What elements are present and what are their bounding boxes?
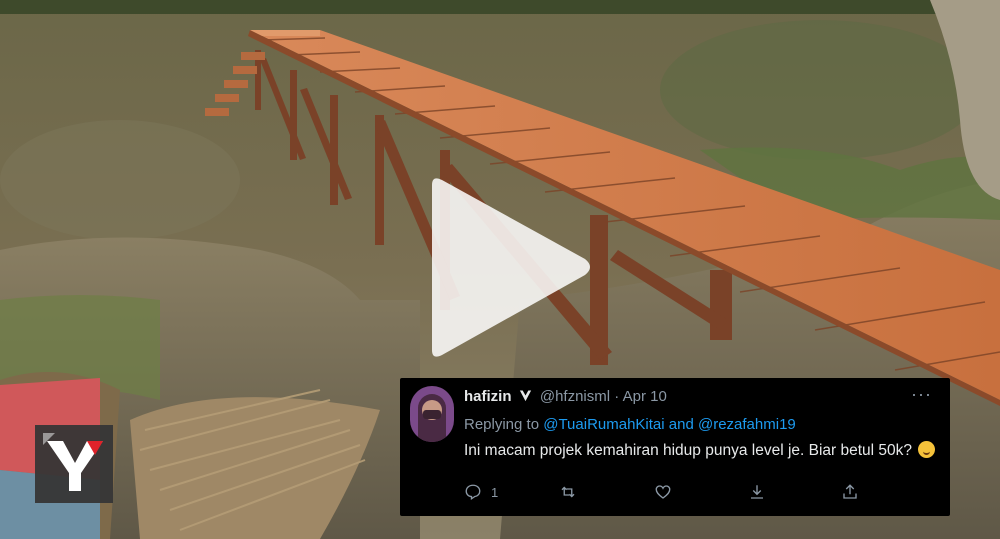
- avatar[interactable]: [410, 386, 454, 442]
- like-icon: [655, 485, 671, 499]
- emoji-icon: [918, 441, 936, 458]
- reply-count: 1: [491, 484, 499, 500]
- display-name[interactable]: hafizin: [464, 388, 512, 405]
- play-icon[interactable]: [420, 175, 595, 360]
- share-down-icon: [751, 485, 763, 499]
- tweet-actions: 1: [464, 482, 904, 502]
- share-up-icon: [843, 484, 857, 499]
- download-button[interactable]: [748, 482, 766, 502]
- replying-to-line: Replying to @TuaiRumahKitai and @rezafah…: [464, 416, 796, 433]
- tweet-header: hafizin @hfznisml · Apr 10: [464, 388, 667, 405]
- reply-button[interactable]: 1: [464, 482, 498, 502]
- retweet-button[interactable]: [559, 482, 577, 502]
- user-handle[interactable]: @hfznisml: [540, 388, 610, 405]
- separator-dot: ·: [614, 388, 620, 405]
- like-button[interactable]: [654, 482, 672, 502]
- tweet-date[interactable]: Apr 10: [623, 388, 667, 405]
- tweet-text: Ini macam projek kemahiran hidup punya l…: [464, 441, 936, 460]
- verified-icon: [519, 390, 531, 402]
- tweet-card: hafizin @hfznisml · Apr 10 ··· Replying …: [400, 378, 950, 516]
- conjunction-text: and: [668, 416, 694, 433]
- retweet-icon: [561, 486, 575, 498]
- mention-link[interactable]: @rezafahmi19: [698, 416, 796, 433]
- mention-link[interactable]: @TuaiRumahKitai: [543, 416, 664, 433]
- replying-to-label: Replying to: [464, 416, 540, 433]
- share-button[interactable]: [841, 482, 859, 502]
- tweet-body: Ini macam projek kemahiran hidup punya l…: [464, 442, 913, 459]
- more-options-icon[interactable]: ···: [911, 384, 932, 405]
- reply-icon: [465, 484, 481, 501]
- brand-logo: [35, 425, 113, 503]
